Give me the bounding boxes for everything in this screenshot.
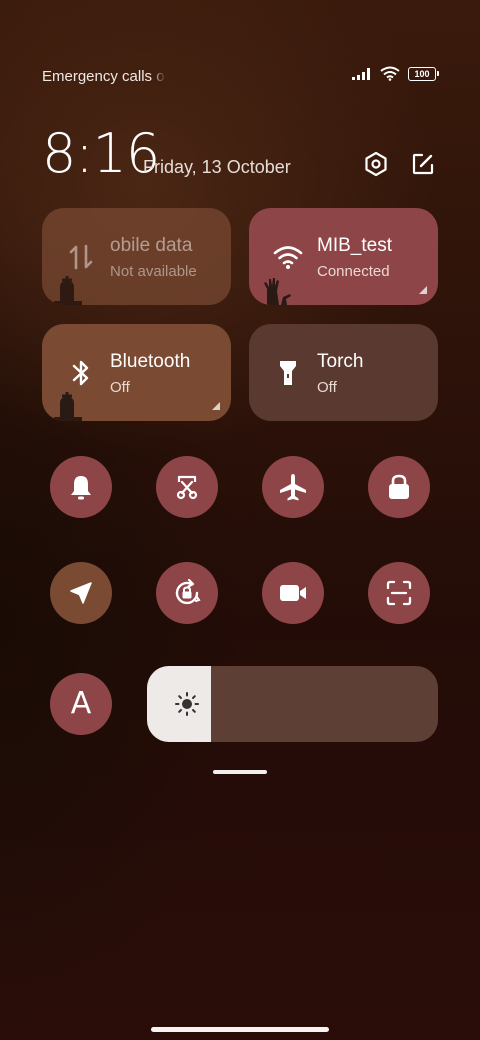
tombstone-decoration-icon [54, 276, 82, 305]
settings-button[interactable] [362, 150, 390, 178]
bluetooth-status: Off [110, 379, 130, 396]
screenshot-scissors-icon [176, 475, 198, 500]
auto-brightness-A-icon: A [70, 686, 92, 721]
video-camera-icon [280, 585, 306, 601]
battery-level: 100 [414, 68, 430, 79]
signal-bars-icon [352, 67, 370, 80]
home-gesture-bar[interactable] [151, 1027, 329, 1032]
edit-icon [412, 153, 434, 175]
flashlight-icon [273, 358, 303, 388]
torch-title: Torch [317, 351, 364, 372]
bluetooth-title: Bluetooth [110, 351, 191, 372]
bell-icon [71, 476, 91, 500]
wifi-icon [273, 242, 303, 272]
bluetooth-expand-indicator[interactable] [212, 402, 220, 410]
tombstone-decoration-icon [54, 392, 82, 421]
wifi-icon [380, 66, 400, 81]
edit-button[interactable] [409, 150, 437, 178]
status-bar: Emergency calls o 100 [42, 66, 439, 88]
ringer-toggle[interactable] [50, 456, 112, 518]
mobile-data-subtitle: Not available [110, 263, 197, 280]
carrier-status-text: Emergency calls o [42, 68, 165, 85]
auto-brightness-toggle[interactable]: A [50, 673, 112, 735]
brightness-slider[interactable] [147, 666, 438, 742]
torch-tile[interactable]: Torch Off [249, 324, 438, 421]
settings-hexagon-icon [365, 151, 387, 177]
screenshot-toggle[interactable] [156, 456, 218, 518]
panel-drag-handle[interactable] [213, 770, 267, 774]
rotation-lock-icon [175, 578, 201, 605]
mobile-data-arrows-icon [66, 242, 96, 272]
torch-status: Off [317, 379, 337, 396]
location-arrow-icon [70, 582, 92, 604]
scanner-toggle[interactable] [368, 562, 430, 624]
screen-record-toggle[interactable] [262, 562, 324, 624]
mobile-data-tile[interactable]: obile data Not available [42, 208, 231, 305]
wifi-status: Connected [317, 263, 390, 280]
battery-icon: 100 [408, 66, 439, 81]
mobile-data-title: obile data [110, 235, 193, 256]
wifi-tile[interactable]: MIB_test Connected [249, 208, 438, 305]
airplane-mode-toggle[interactable] [262, 456, 324, 518]
wifi-network-name: MIB_test [317, 235, 392, 256]
scan-icon [386, 580, 412, 606]
sun-icon [175, 692, 199, 716]
clock-time: 8:16 [42, 122, 160, 185]
lock-icon [389, 474, 409, 499]
wifi-expand-indicator[interactable] [419, 286, 427, 294]
bluetooth-icon [66, 358, 96, 388]
zombie-hand-decoration-icon [264, 278, 291, 305]
location-toggle[interactable] [50, 562, 112, 624]
lock-screen-toggle[interactable] [368, 456, 430, 518]
airplane-icon [280, 474, 306, 501]
bluetooth-tile[interactable]: Bluetooth Off [42, 324, 231, 421]
status-icons: 100 [352, 66, 439, 81]
rotation-lock-toggle[interactable] [156, 562, 218, 624]
date-text: Friday, 13 October [143, 157, 291, 177]
